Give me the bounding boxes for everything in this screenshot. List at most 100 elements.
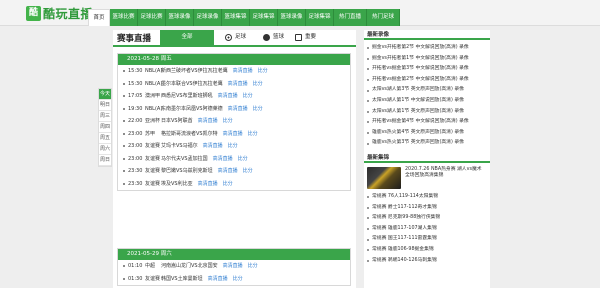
live-link[interactable]: 高清直播 bbox=[218, 90, 238, 103]
match-teams[interactable]: 西悉尼VS布里斯班狮吼 bbox=[161, 90, 213, 103]
nav-item[interactable]: 篮球录像 bbox=[278, 9, 306, 26]
score-link[interactable]: 比分 bbox=[248, 260, 258, 273]
side-tab[interactable]: 周五 bbox=[99, 133, 111, 144]
recording-item[interactable]: 开拓者vs掘金第2节 中文解说回放(高清) 录像 bbox=[364, 75, 490, 86]
score-link[interactable]: 比分 bbox=[253, 103, 263, 116]
match-teams[interactable]: 艾玛卡VS马福尔 bbox=[161, 140, 198, 153]
live-link[interactable]: 高清直播 bbox=[223, 128, 243, 141]
match-teams[interactable]: 黎巴嫩VS乌兹别克斯坦 bbox=[161, 165, 213, 178]
bullet-icon bbox=[123, 70, 125, 73]
featured-highlight[interactable]: 2020.7.26 NBA热身赛 湖人vs魔术 全场回放高清集锦 bbox=[364, 163, 490, 192]
nav-item[interactable]: 热门直播 bbox=[334, 9, 367, 26]
highlight-item[interactable]: 常规赛 尼克斯99-88独行侠集锦 bbox=[364, 213, 490, 224]
tab-important[interactable]: 重要 bbox=[295, 30, 316, 45]
live-link[interactable]: 高清直播 bbox=[208, 273, 228, 286]
live-link[interactable]: 高清直播 bbox=[223, 260, 243, 273]
live-link[interactable]: 高清直播 bbox=[198, 115, 218, 128]
bullet-icon bbox=[367, 259, 369, 262]
score-link[interactable]: 比分 bbox=[228, 140, 238, 153]
bullet-icon bbox=[367, 47, 369, 50]
highlight-item[interactable]: 常规赛 爵士117-112奇才集锦 bbox=[364, 203, 490, 214]
score-link[interactable]: 比分 bbox=[243, 90, 253, 103]
bullet-icon bbox=[367, 238, 369, 241]
recording-item[interactable]: 雄鹿vs热火第4节 英文原声回放(高清) 录像 bbox=[364, 128, 490, 139]
nav-item[interactable]: 足球录像 bbox=[194, 9, 222, 26]
recording-item[interactable]: 掘金vs开拓者第1节 中文解说回放(高清) 录像 bbox=[364, 54, 490, 65]
bullet-icon bbox=[367, 57, 369, 60]
bullet-icon bbox=[367, 228, 369, 231]
highlight-item[interactable]: 常规赛 雄鹿117-107湖人集锦 bbox=[364, 224, 490, 235]
match-teams[interactable]: 马尔代夫VS孟加拉国 bbox=[161, 153, 208, 166]
side-tab[interactable]: 周日 bbox=[99, 155, 111, 166]
highlight-item[interactable]: 常规赛 76人119-114太阳集锦 bbox=[364, 192, 490, 203]
highlight-item[interactable]: 常规赛 鹈鹕140-126马刺集锦 bbox=[364, 256, 490, 267]
match-time: 01:10 bbox=[128, 263, 143, 269]
score-link[interactable]: 比分 bbox=[258, 65, 268, 78]
highlight-item[interactable]: 常规赛 国王117-111雷霆集锦 bbox=[364, 234, 490, 245]
side-tab[interactable]: 周四 bbox=[99, 122, 111, 133]
score-link[interactable]: 比分 bbox=[223, 115, 233, 128]
score-link[interactable]: 比分 bbox=[253, 78, 263, 91]
match-row: 23:00 苏甲 格拉斯哥流浪者VS凯尔特 高清直播 比分 bbox=[118, 128, 350, 141]
recording-item[interactable]: 雄鹿vs热火第3节 英文原声回放(高清) 录像 bbox=[364, 138, 490, 149]
live-link[interactable]: 高清直播 bbox=[218, 165, 238, 178]
site-logo[interactable]: 酷 酷玩直播 bbox=[26, 4, 93, 22]
recording-item[interactable]: 开拓者vs掘金第4节 中文解说回放(高清) 录像 bbox=[364, 117, 490, 128]
score-link[interactable]: 比分 bbox=[223, 178, 233, 191]
bullet-icon bbox=[123, 145, 125, 148]
day-header: 2021-05-28 周五 bbox=[118, 54, 350, 65]
score-link[interactable]: 比分 bbox=[248, 128, 258, 141]
nav-item[interactable]: 热门足球 bbox=[367, 9, 400, 26]
nav-item[interactable]: 篮球录像 bbox=[166, 9, 194, 26]
match-teams[interactable]: 东南墨尔本凤凰VS阿德莱德 bbox=[161, 103, 223, 116]
live-link[interactable]: 高清直播 bbox=[213, 153, 233, 166]
highlight-item[interactable]: 常规赛 雄鹿106-98掘金集锦 bbox=[364, 245, 490, 256]
score-link[interactable]: 比分 bbox=[243, 165, 253, 178]
nav-item[interactable]: 篮球比赛 bbox=[110, 9, 138, 26]
featured-caption[interactable]: 2020.7.26 NBA热身赛 湖人vs魔术 全场回放高清集锦 bbox=[405, 167, 487, 188]
nav-item[interactable]: 足球集锦 bbox=[250, 9, 278, 26]
match-league: 友谊赛 bbox=[145, 275, 161, 282]
top-bar: 酷 酷玩直播 首页 篮球比赛 足球比赛 篮球录像 足球录像 篮球集锦 足球集锦 … bbox=[0, 0, 600, 26]
day-group: 2021-05-28 周五 15:30 NBL(A) 新西兰破坏者VS伊拉瓦拉老鹰高… bbox=[117, 53, 351, 191]
match-teams[interactable]: 埃及VS利比亚 bbox=[161, 178, 193, 191]
nav-home[interactable]: 首页 bbox=[88, 9, 110, 26]
tab-all[interactable]: 全部 bbox=[160, 30, 214, 45]
live-link[interactable]: 高清直播 bbox=[228, 78, 248, 91]
recording-item[interactable]: 掘金vs开拓者第2节 中文解说回放(高清) 录像 bbox=[364, 43, 490, 54]
side-tab[interactable]: 今天 bbox=[99, 89, 111, 100]
recording-item[interactable]: 开拓者vs掘金第3节 中文解说回放(高清) 录像 bbox=[364, 64, 490, 75]
recording-item[interactable]: 太阳vs湖人第1节 中文解说回放(高清) 录像 bbox=[364, 96, 490, 107]
score-link[interactable]: 比分 bbox=[238, 153, 248, 166]
match-league: 澳洲甲 bbox=[145, 93, 161, 99]
match-teams[interactable]: 日本VS阿联酋 bbox=[161, 115, 193, 128]
side-tab[interactable]: 周三 bbox=[99, 111, 111, 122]
tab-basketball[interactable]: 篮球 bbox=[263, 30, 284, 45]
match-row: 01:10 中超 河南嵩山龙门VS北京国安 高清直播 比分 bbox=[118, 260, 350, 273]
match-teams[interactable]: 墨尔本联合VS伊拉瓦拉老鹰 bbox=[161, 78, 223, 91]
bullet-icon bbox=[367, 121, 369, 124]
live-link[interactable]: 高清直播 bbox=[233, 65, 253, 78]
match-row: 23:00 友谊赛 马尔代夫VS孟加拉国 高清直播 比分 bbox=[118, 153, 350, 166]
match-teams[interactable]: 新西兰破坏者VS伊拉瓦拉老鹰 bbox=[161, 65, 228, 78]
match-teams[interactable]: 格拉斯哥流浪者VS凯尔特 bbox=[161, 128, 218, 141]
match-row: 15:30 NBL(A) 新西兰破坏者VS伊拉瓦拉老鹰 高清直播 比分 bbox=[118, 65, 350, 78]
featured-thumbnail[interactable] bbox=[367, 166, 401, 189]
side-tab[interactable]: 明日 bbox=[99, 100, 111, 111]
side-tab[interactable]: 周六 bbox=[99, 144, 111, 155]
recording-item[interactable]: 太阳vs湖人第1节 英文原声回放(高清) 录像 bbox=[364, 107, 490, 118]
score-link[interactable]: 比分 bbox=[233, 273, 243, 286]
live-link[interactable]: 高清直播 bbox=[198, 178, 218, 191]
recording-item[interactable]: 太阳vs湖人第3节 英文原声回放(高清) 录像 bbox=[364, 85, 490, 96]
match-teams[interactable]: 河南嵩山龙门VS北京国安 bbox=[161, 260, 218, 273]
match-teams[interactable]: 韩国VS土库曼斯坦 bbox=[161, 273, 203, 286]
live-link[interactable]: 高清直播 bbox=[203, 140, 223, 153]
nav-item[interactable]: 篮球集锦 bbox=[222, 9, 250, 26]
nav-item[interactable]: 足球比赛 bbox=[138, 9, 166, 26]
recording-title: 掘金vs开拓者第2节 中文解说回放(高清) 录像 bbox=[372, 45, 469, 50]
tab-football[interactable]: 足球 bbox=[225, 30, 246, 45]
nav-item[interactable]: 足球集锦 bbox=[306, 9, 334, 26]
highlight-title: 常规赛 鹈鹕140-126马刺集锦 bbox=[372, 257, 437, 263]
live-link[interactable]: 高清直播 bbox=[228, 103, 248, 116]
day-side-tabs: 今天 明日 周三 周四 周五 周六 周日 bbox=[98, 88, 112, 167]
